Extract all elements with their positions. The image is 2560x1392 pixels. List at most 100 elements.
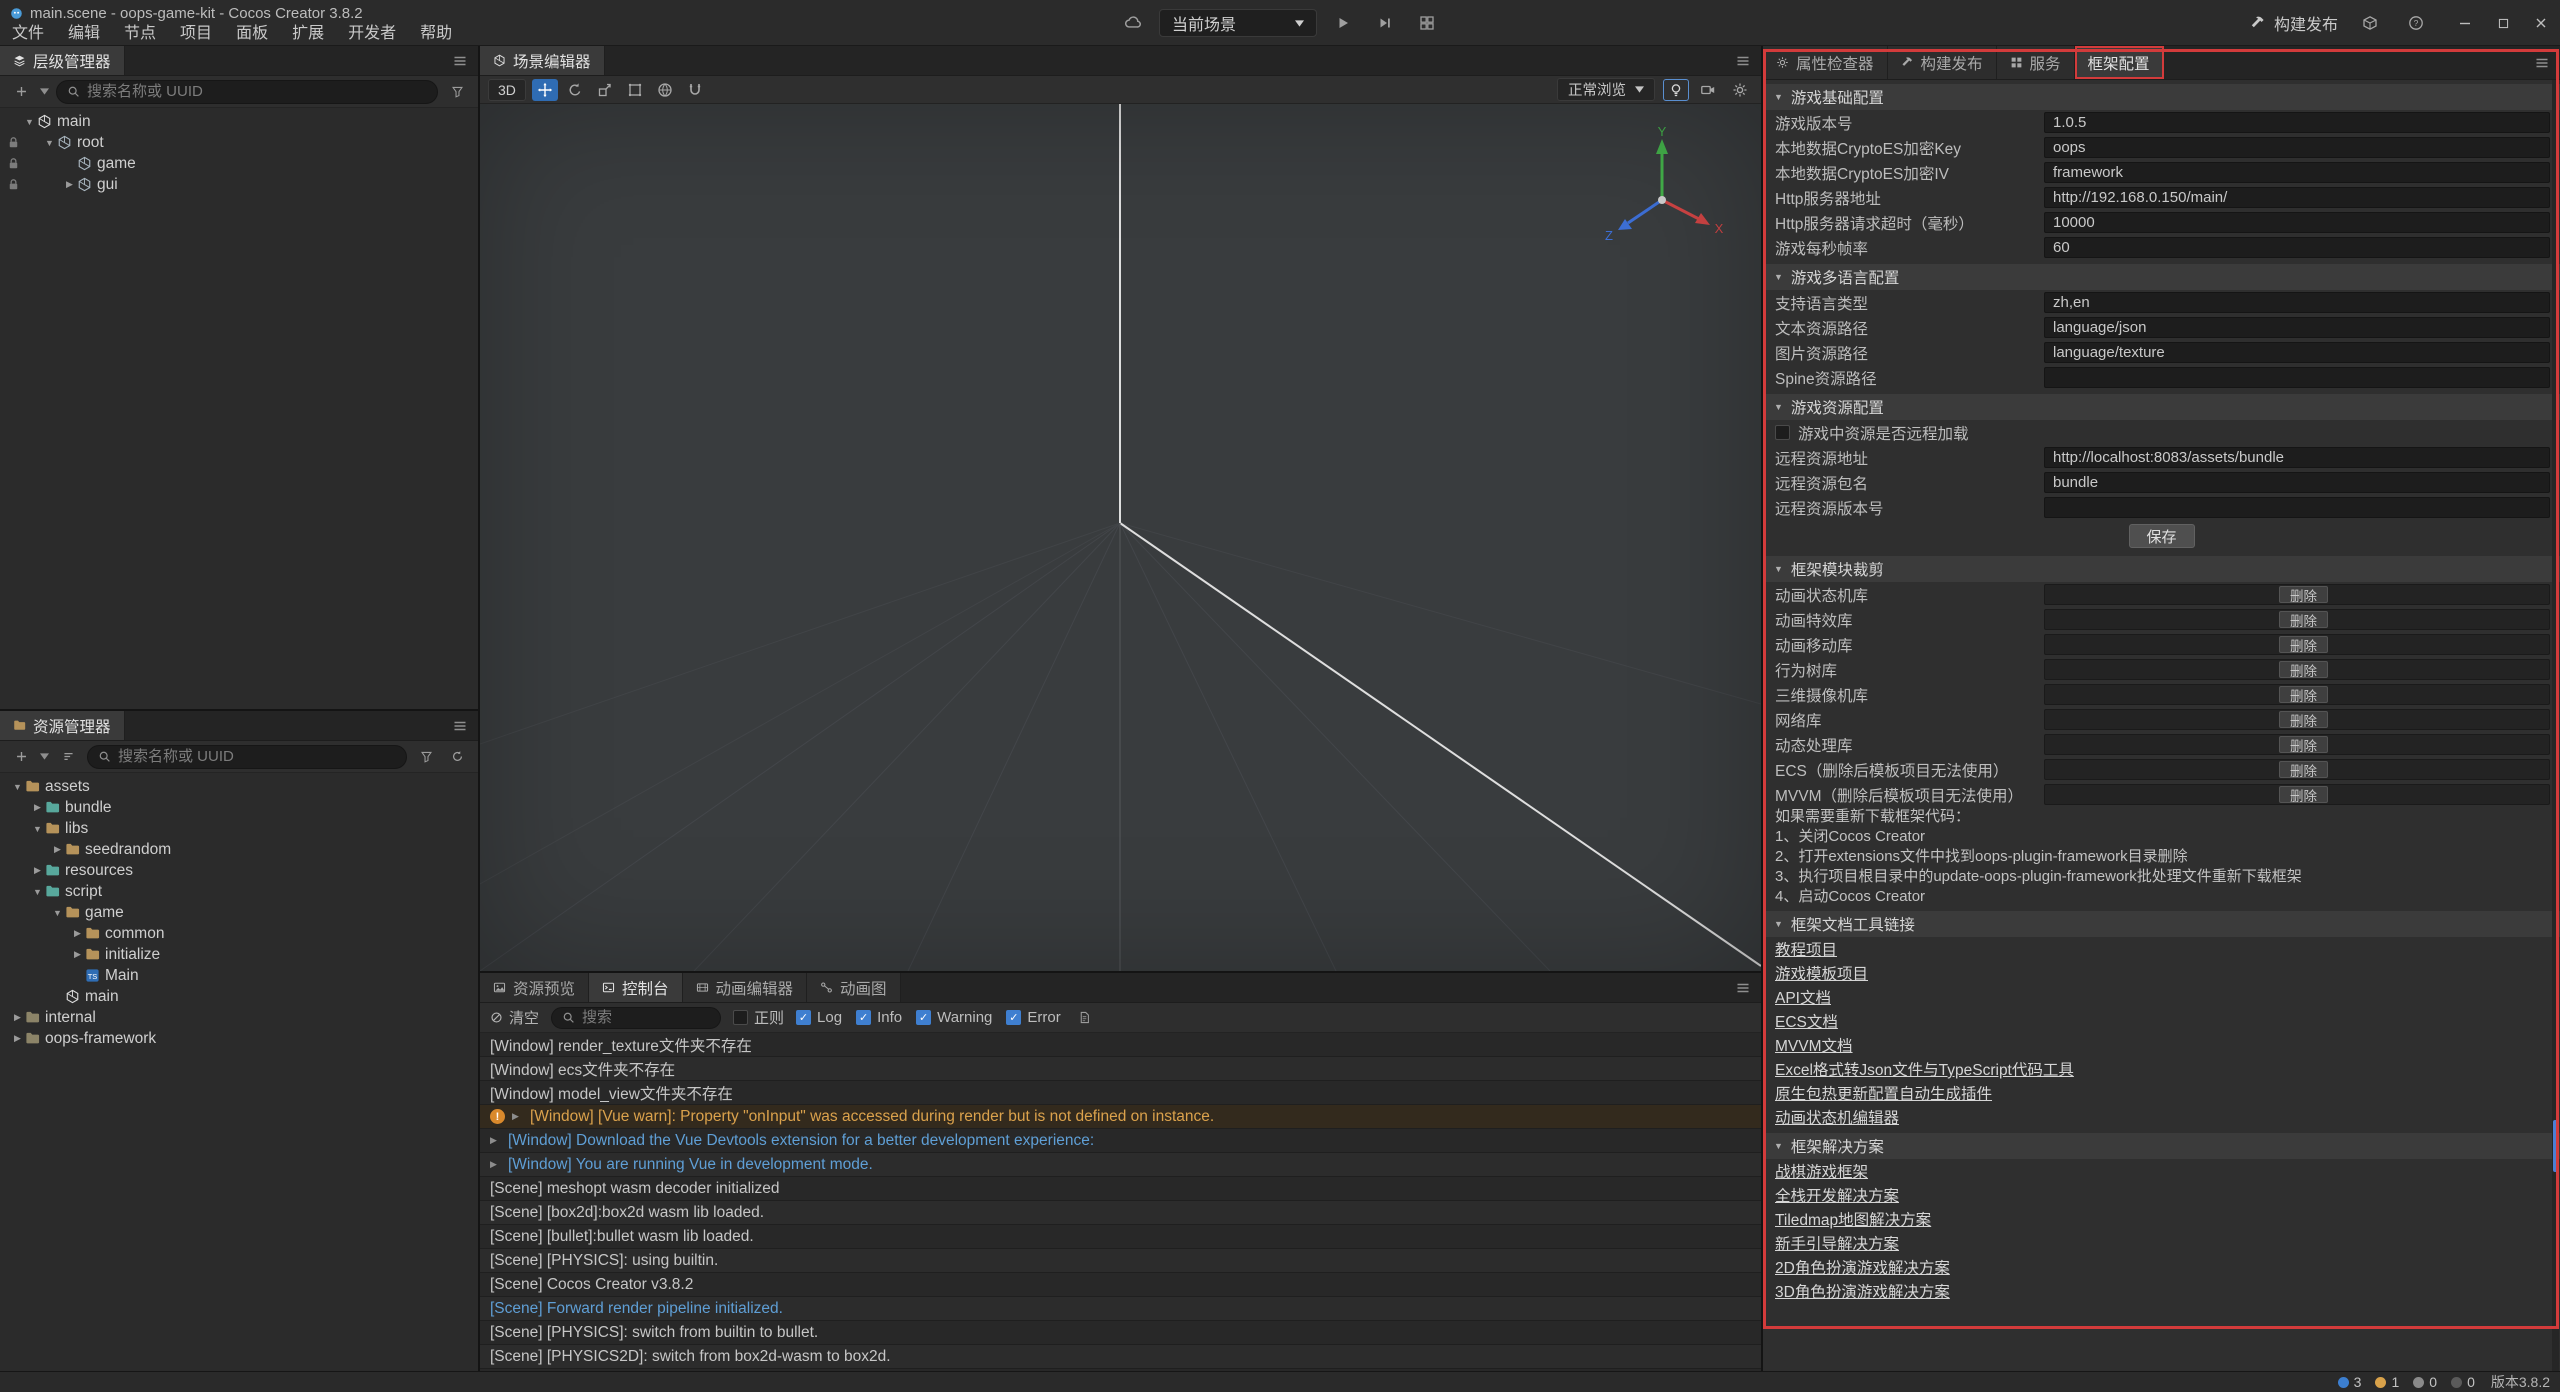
package-button[interactable] — [2354, 9, 2386, 37]
console-tab-1[interactable]: 控制台 — [589, 973, 683, 1002]
delete-module-button[interactable]: 删除 — [2279, 611, 2328, 628]
field-input-游戏版本号[interactable] — [2044, 112, 2550, 133]
rect-tool-button[interactable] — [622, 79, 648, 101]
delete-module-button[interactable]: 删除 — [2279, 761, 2328, 778]
expand-arrow-icon[interactable]: ▶ — [62, 179, 77, 190]
close-button[interactable] — [2522, 0, 2560, 46]
inspector-tab-框架配置[interactable]: 框架配置 — [2075, 46, 2164, 79]
doc-link[interactable]: 新手引导解决方案 — [1775, 1232, 1899, 1254]
inspector-scrollbar[interactable] — [2552, 80, 2559, 1371]
hierarchy-tab[interactable]: 层级管理器 — [0, 46, 125, 75]
regex-toggle[interactable]: 正则 — [733, 1007, 784, 1028]
menu-item-5[interactable]: 扩展 — [280, 23, 336, 45]
console-clear-button[interactable]: 清空 — [490, 1007, 539, 1028]
console-log-row-5[interactable]: ▶[Window] You are running Vue in develop… — [480, 1153, 1761, 1177]
error-count[interactable]: 0 — [2413, 1374, 2437, 1390]
hierarchy-node-root[interactable]: ▼root — [0, 132, 478, 153]
checkbox[interactable]: ✓ — [856, 1010, 871, 1025]
assets-filter-button[interactable] — [414, 745, 438, 769]
inspector-tab-服务[interactable]: 服务 — [1997, 46, 2075, 79]
doc-link[interactable]: API文档 — [1775, 986, 1831, 1008]
checkbox[interactable] — [1775, 425, 1790, 440]
chevron-down-icon[interactable] — [40, 88, 49, 95]
snap-tool-button[interactable] — [682, 79, 708, 101]
filter-Error[interactable]: ✓Error — [1006, 1009, 1060, 1026]
console-log-row-10[interactable]: [Scene] Cocos Creator v3.8.2 — [480, 1273, 1761, 1297]
doc-link[interactable]: Excel格式转Json文件与TypeScript代码工具 — [1775, 1058, 2074, 1080]
assets-search[interactable] — [87, 745, 407, 769]
doc-link[interactable]: 2D角色扮演游戏解决方案 — [1775, 1256, 1950, 1278]
field-input-文本资源路径[interactable] — [2044, 317, 2550, 338]
console-log-row-0[interactable]: [Window] render_texture文件夹不存在 — [480, 1033, 1761, 1057]
expand-arrow-icon[interactable]: ▼ — [10, 782, 25, 792]
field-input-远程资源包名[interactable] — [2044, 472, 2550, 493]
field-input-远程资源版本号[interactable] — [2044, 497, 2550, 518]
expand-arrow-icon[interactable]: ▼ — [30, 887, 45, 897]
console-log-row-6[interactable]: [Scene] meshopt wasm decoder initialized — [480, 1177, 1761, 1201]
console-log-row-4[interactable]: ▶[Window] Download the Vue Devtools exte… — [480, 1129, 1761, 1153]
gear-button[interactable] — [1727, 79, 1753, 101]
task-count[interactable]: 0 — [2451, 1374, 2475, 1390]
assets-node-seedrandom[interactable]: ▶seedrandom — [0, 839, 478, 860]
delete-module-button[interactable]: 删除 — [2279, 786, 2328, 803]
inspector-menu-button[interactable] — [2524, 46, 2560, 79]
assets-node-main[interactable]: main — [0, 986, 478, 1007]
console-export-button[interactable] — [1073, 1006, 1097, 1030]
section-header-4[interactable]: ▼框架文档工具链接 — [1763, 911, 2560, 937]
console-tab-3[interactable]: 动画图 — [807, 973, 901, 1002]
doc-link[interactable]: 动画状态机编辑器 — [1775, 1106, 1899, 1128]
console-log-row-9[interactable]: [Scene] [PHYSICS]: using builtin. — [480, 1249, 1761, 1273]
hierarchy-search-input[interactable] — [87, 83, 427, 100]
expand-arrow-icon[interactable]: ▶ — [10, 1033, 25, 1044]
expand-arrow-icon[interactable]: ▼ — [50, 908, 65, 918]
section-header-5[interactable]: ▼框架解决方案 — [1763, 1133, 2560, 1159]
assets-node-bundle[interactable]: ▶bundle — [0, 797, 478, 818]
delete-module-button[interactable]: 删除 — [2279, 686, 2328, 703]
section-header-2[interactable]: ▼游戏资源配置 — [1763, 394, 2560, 420]
hierarchy-search[interactable] — [56, 80, 438, 104]
menu-item-6[interactable]: 开发者 — [336, 23, 408, 45]
assets-sort-button[interactable] — [56, 745, 80, 769]
scene-select-dropdown[interactable]: 当前场景 — [1159, 9, 1317, 37]
delete-module-button[interactable]: 删除 — [2279, 711, 2328, 728]
console-search-input[interactable] — [582, 1009, 710, 1026]
scrollbar-thumb[interactable] — [2553, 1120, 2558, 1172]
expand-arrow-icon[interactable]: ▶ — [30, 865, 45, 876]
console-log-row-7[interactable]: [Scene] [box2d]:box2d wasm lib loaded. — [480, 1201, 1761, 1225]
filter-Warning[interactable]: ✓Warning — [916, 1009, 992, 1026]
menu-item-1[interactable]: 编辑 — [56, 23, 112, 45]
console-menu-button[interactable] — [1725, 973, 1761, 1002]
log-count[interactable]: 3 — [2338, 1374, 2362, 1390]
expand-arrow-icon[interactable]: ▶ — [490, 1159, 501, 1170]
assets-menu-button[interactable] — [442, 711, 478, 740]
delete-module-button[interactable]: 删除 — [2279, 586, 2328, 603]
menu-item-4[interactable]: 面板 — [224, 23, 280, 45]
scene-editor-tab[interactable]: 场景编辑器 — [480, 46, 605, 75]
expand-arrow-icon[interactable]: ▶ — [512, 1111, 523, 1122]
minimize-button[interactable] — [2446, 0, 2484, 46]
doc-link[interactable]: 游戏模板项目 — [1775, 962, 1868, 984]
checkbox[interactable]: ✓ — [796, 1010, 811, 1025]
expand-arrow-icon[interactable]: ▼ — [30, 824, 45, 834]
assets-node-libs[interactable]: ▼libs — [0, 818, 478, 839]
doc-link[interactable]: 3D角色扮演游戏解决方案 — [1775, 1280, 1950, 1302]
console-log-row-12[interactable]: [Scene] [PHYSICS]: switch from builtin t… — [480, 1321, 1761, 1345]
console-log-row-11[interactable]: [Scene] Forward render pipeline initiali… — [480, 1297, 1761, 1321]
axis-gizmo[interactable]: Y X Z — [1597, 126, 1727, 256]
play-button[interactable] — [1327, 9, 1359, 37]
expand-arrow-icon[interactable]: ▼ — [22, 117, 37, 127]
inspector-tab-属性检查器[interactable]: 属性检查器 — [1763, 46, 1888, 79]
help-button[interactable]: ? — [2400, 9, 2432, 37]
scene-menu-button[interactable] — [1725, 46, 1761, 75]
hierarchy-filter-button[interactable] — [445, 80, 469, 104]
filter-Info[interactable]: ✓Info — [856, 1009, 902, 1026]
doc-link[interactable]: 战棋游戏框架 — [1775, 1160, 1868, 1182]
doc-link[interactable]: Tiledmap地图解决方案 — [1775, 1208, 1931, 1230]
console-tab-0[interactable]: 资源预览 — [480, 973, 589, 1002]
expand-arrow-icon[interactable]: ▶ — [490, 1135, 501, 1146]
doc-link[interactable]: 原生包热更新配置自动生成插件 — [1775, 1082, 1992, 1104]
menu-item-0[interactable]: 文件 — [0, 23, 56, 45]
checkbox[interactable]: ✓ — [1006, 1010, 1021, 1025]
hierarchy-node-gui[interactable]: ▶gui — [0, 174, 478, 195]
camera-button[interactable] — [1695, 79, 1721, 101]
